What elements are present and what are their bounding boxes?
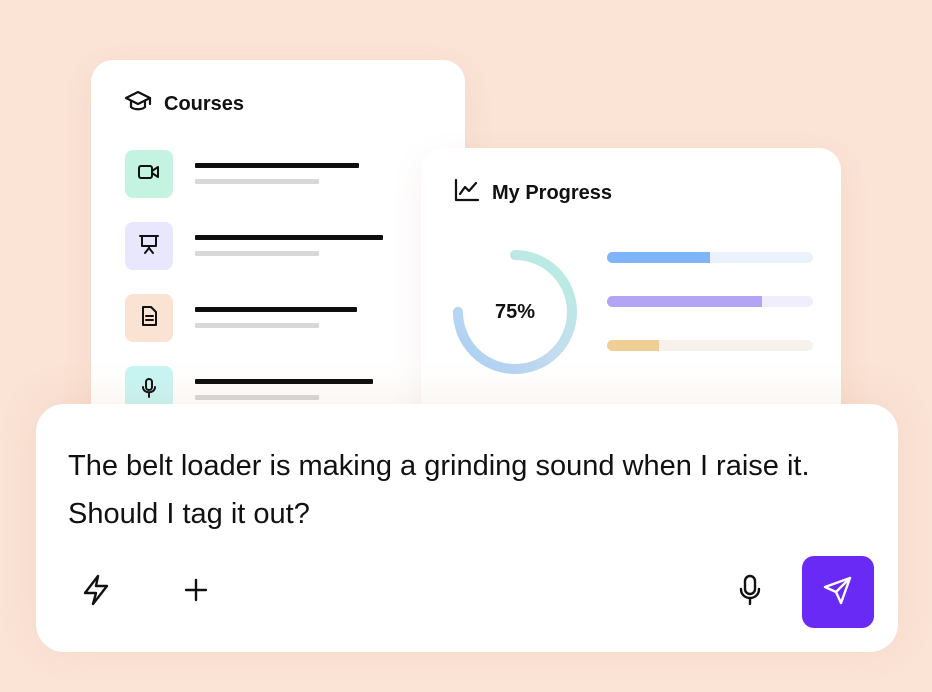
progress-title: My Progress (492, 181, 613, 204)
course-icon-bg (125, 150, 173, 198)
courses-header: Courses (124, 89, 244, 119)
course-title-placeholder (195, 307, 357, 312)
course-icon-bg (125, 294, 173, 342)
course-subtitle-placeholder (195, 395, 319, 400)
line-chart-icon (454, 178, 480, 208)
lightning-icon (81, 574, 111, 611)
courses-card: Courses (91, 60, 465, 460)
microphone-icon (141, 377, 157, 404)
course-subtitle-placeholder (195, 179, 319, 184)
progress-bar-3 (607, 340, 813, 351)
course-subtitle-placeholder (195, 323, 319, 328)
progress-card: My Progress 75% (421, 148, 841, 448)
courses-title: Courses (164, 92, 245, 115)
quick-action-button[interactable] (74, 570, 118, 614)
progress-bar-fill (607, 296, 762, 307)
send-icon (822, 574, 854, 611)
progress-bar-fill (607, 340, 659, 351)
progress-bar-1 (607, 252, 813, 263)
presentation-icon (138, 233, 160, 260)
course-icon-bg (125, 222, 173, 270)
progress-percent-label: 75% (494, 300, 536, 323)
course-item-presentation[interactable] (125, 222, 425, 270)
plus-icon (183, 577, 209, 608)
document-icon (140, 305, 158, 332)
course-subtitle-placeholder (195, 251, 319, 256)
progress-bar-fill (607, 252, 710, 263)
progress-header: My Progress (454, 178, 612, 208)
course-item-document[interactable] (125, 294, 425, 342)
add-attachment-button[interactable] (174, 570, 218, 614)
message-input[interactable]: The belt loader is making a grinding sou… (68, 442, 828, 538)
progress-bar-2 (607, 296, 813, 307)
course-title-placeholder (195, 235, 383, 240)
voice-input-button[interactable] (728, 570, 772, 614)
send-button[interactable] (802, 556, 874, 628)
course-title-placeholder (195, 163, 359, 168)
course-title-placeholder (195, 379, 373, 384)
course-item-video[interactable] (125, 150, 425, 198)
video-camera-icon (137, 163, 161, 186)
chat-composer: The belt loader is making a grinding sou… (36, 404, 898, 652)
graduation-cap-icon (124, 89, 152, 119)
microphone-icon (739, 574, 761, 611)
